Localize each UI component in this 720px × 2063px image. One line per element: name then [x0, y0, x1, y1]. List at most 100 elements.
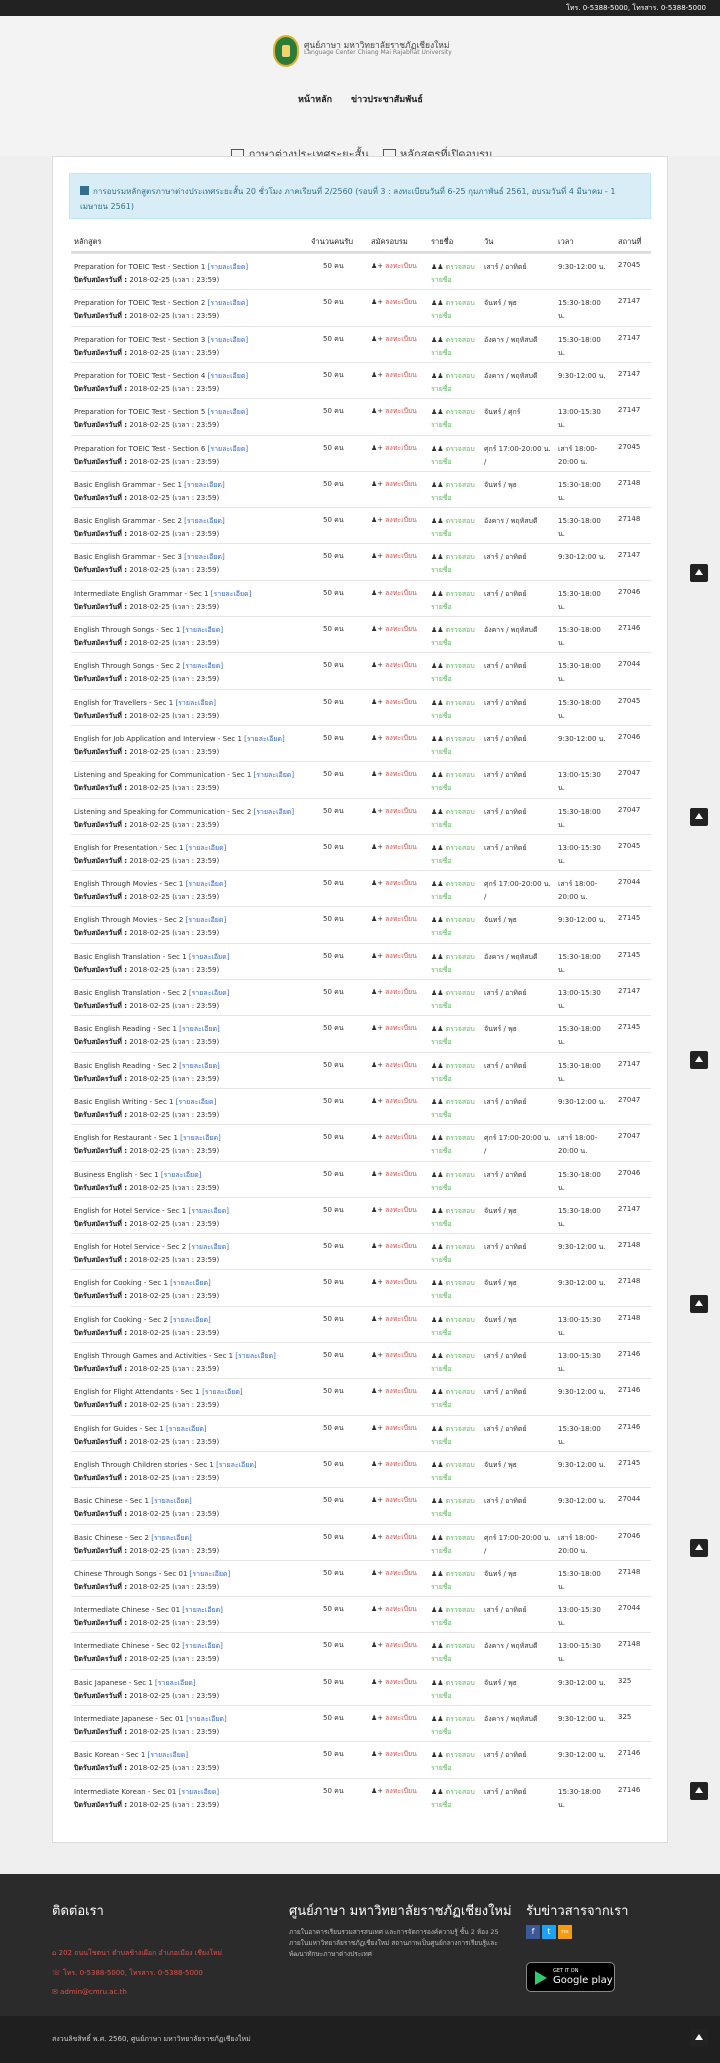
detail-link[interactable]: [รายละเอียด]	[208, 263, 249, 271]
check-list-link[interactable]: ♟♟ ตรวจสอบ รายชื่อ	[431, 951, 479, 977]
register-link[interactable]: ♟+ ลงทะเบียน	[371, 1060, 417, 1071]
register-link[interactable]: ♟+ ลงทะเบียน	[371, 733, 417, 744]
register-link[interactable]: ♟+ ลงทะเบียน	[371, 1749, 417, 1760]
detail-link[interactable]: [รายละเอียด]	[208, 299, 249, 307]
detail-link[interactable]: [รายละเอียด]	[148, 1751, 189, 1759]
check-list-link[interactable]: ♟♟ ตรวจสอบ รายชื่อ	[431, 878, 479, 904]
check-list-link[interactable]: ♟♟ ตรวจสอบ รายชื่อ	[431, 479, 479, 505]
check-list-link[interactable]: ♟♟ ตรวจสอบ รายชื่อ	[431, 1132, 479, 1158]
detail-link[interactable]: [รายละเอียด]	[182, 1606, 223, 1614]
detail-link[interactable]: [รายละเอียด]	[216, 1461, 257, 1469]
detail-link[interactable]: [รายละเอียด]	[183, 626, 224, 634]
register-link[interactable]: ♟+ ลงทะเบียน	[371, 914, 417, 925]
check-list-link[interactable]: ♟♟ ตรวจสอบ รายชื่อ	[431, 1205, 479, 1231]
detail-link[interactable]: [รายละเอียด]	[176, 1098, 217, 1106]
detail-link[interactable]: [รายละเอียด]	[184, 481, 225, 489]
register-link[interactable]: ♟+ ลงทะเบียน	[371, 1205, 417, 1216]
detail-link[interactable]: [รายละเอียด]	[151, 1534, 192, 1542]
register-link[interactable]: ♟+ ลงทะเบียน	[371, 951, 417, 962]
check-list-link[interactable]: ♟♟ ตรวจสอบ รายชื่อ	[431, 697, 479, 723]
check-list-link[interactable]: ♟♟ ตรวจสอบ รายชื่อ	[431, 1713, 479, 1739]
detail-link[interactable]: [รายละเอียด]	[189, 953, 230, 961]
register-link[interactable]: ♟+ ลงทะเบียน	[371, 1495, 417, 1506]
register-link[interactable]: ♟+ ลงทะเบียน	[371, 370, 417, 381]
register-link[interactable]: ♟+ ลงทะเบียน	[371, 551, 417, 562]
check-list-link[interactable]: ♟♟ ตรวจสอบ รายชื่อ	[431, 1604, 479, 1630]
check-list-link[interactable]: ♟♟ ตรวจสอบ รายชื่อ	[431, 1386, 479, 1412]
register-link[interactable]: ♟+ ลงทะเบียน	[371, 588, 417, 599]
check-list-link[interactable]: ♟♟ ตรวจสอบ รายชื่อ	[431, 842, 479, 868]
detail-link[interactable]: [รายละเอียด]	[254, 771, 295, 779]
check-list-link[interactable]: ♟♟ ตรวจสอบ รายชื่อ	[431, 1060, 479, 1086]
detail-link[interactable]: [รายละเอียด]	[208, 336, 249, 344]
detail-link[interactable]: [รายละเอียด]	[179, 1062, 220, 1070]
register-link[interactable]: ♟+ ลงทะเบียน	[371, 1604, 417, 1615]
check-list-link[interactable]: ♟♟ ตรวจสอบ รายชื่อ	[431, 1169, 479, 1195]
check-list-link[interactable]: ♟♟ ตรวจสอบ รายชื่อ	[431, 1532, 479, 1558]
check-list-link[interactable]: ♟♟ ตรวจสอบ รายชื่อ	[431, 406, 479, 432]
register-link[interactable]: ♟+ ลงทะเบียน	[371, 479, 417, 490]
detail-link[interactable]: [รายละเอียด]	[170, 1316, 211, 1324]
detail-link[interactable]: [รายละเอียด]	[186, 1715, 227, 1723]
register-link[interactable]: ♟+ ลงทะเบียน	[371, 878, 417, 889]
check-list-link[interactable]: ♟♟ ตรวจสอบ รายชื่อ	[431, 1459, 479, 1485]
check-list-link[interactable]: ♟♟ ตรวจสอบ รายชื่อ	[431, 261, 479, 287]
detail-link[interactable]: [รายละเอียด]	[190, 1570, 231, 1578]
detail-link[interactable]: [รายละเอียด]	[170, 1279, 211, 1287]
check-list-link[interactable]: ♟♟ ตรวจสอบ รายชื่อ	[431, 1495, 479, 1521]
detail-link[interactable]: [รายละเอียด]	[186, 880, 227, 888]
register-link[interactable]: ♟+ ลงทะเบียน	[371, 697, 417, 708]
check-list-link[interactable]: ♟♟ ตรวจสอบ รายชื่อ	[431, 515, 479, 541]
check-list-link[interactable]: ♟♟ ตรวจสอบ รายชื่อ	[431, 443, 479, 469]
rss-icon[interactable]: rss	[558, 1925, 572, 1939]
check-list-link[interactable]: ♟♟ ตรวจสอบ รายชื่อ	[431, 624, 479, 650]
detail-link[interactable]: [รายละเอียด]	[208, 445, 249, 453]
register-link[interactable]: ♟+ ลงทะเบียน	[371, 1023, 417, 1034]
detail-link[interactable]: [รายละเอียด]	[188, 1207, 229, 1215]
register-link[interactable]: ♟+ ลงทะเบียน	[371, 806, 417, 817]
register-link[interactable]: ♟+ ลงทะเบียน	[371, 660, 417, 671]
detail-link[interactable]: [รายละเอียด]	[179, 1025, 220, 1033]
check-list-link[interactable]: ♟♟ ตรวจสอบ รายชื่อ	[431, 987, 479, 1013]
register-link[interactable]: ♟+ ลงทะเบียน	[371, 1459, 417, 1470]
detail-link[interactable]: [รายละเอียด]	[184, 553, 225, 561]
register-link[interactable]: ♟+ ลงทะเบียน	[371, 334, 417, 345]
register-link[interactable]: ♟+ ลงทะเบียน	[371, 261, 417, 272]
detail-link[interactable]: [รายละเอียด]	[235, 1352, 276, 1360]
nav-news[interactable]: ข่าวประชาสัมพันธ์	[351, 92, 423, 106]
detail-link[interactable]: [รายละเอียด]	[155, 1679, 196, 1687]
detail-link[interactable]: [รายละเอียด]	[166, 1425, 207, 1433]
check-list-link[interactable]: ♟♟ ตรวจสอบ รายชื่อ	[431, 1568, 479, 1594]
register-link[interactable]: ♟+ ลงทะเบียน	[371, 1096, 417, 1107]
check-list-link[interactable]: ♟♟ ตรวจสอบ รายชื่อ	[431, 660, 479, 686]
detail-link[interactable]: [รายละเอียด]	[244, 735, 285, 743]
email-line[interactable]: ✉ admin@cmru.ac.th	[52, 1988, 127, 1996]
detail-link[interactable]: [รายละเอียด]	[175, 699, 216, 707]
register-link[interactable]: ♟+ ลงทะเบียน	[371, 443, 417, 454]
check-list-link[interactable]: ♟♟ ตรวจสอบ รายชื่อ	[431, 1677, 479, 1703]
check-list-link[interactable]: ♟♟ ตรวจสอบ รายชื่อ	[431, 806, 479, 832]
detail-link[interactable]: [รายละเอียด]	[161, 1171, 202, 1179]
check-list-link[interactable]: ♟♟ ตรวจสอบ รายชื่อ	[431, 1096, 479, 1122]
detail-link[interactable]: [รายละเอียด]	[180, 1134, 221, 1142]
register-link[interactable]: ♟+ ลงทะเบียน	[371, 1314, 417, 1325]
check-list-link[interactable]: ♟♟ ตรวจสอบ รายชื่อ	[431, 1241, 479, 1267]
register-link[interactable]: ♟+ ลงทะเบียน	[371, 1386, 417, 1397]
register-link[interactable]: ♟+ ลงทะเบียน	[371, 1532, 417, 1543]
detail-link[interactable]: [รายละเอียด]	[179, 1788, 220, 1796]
detail-link[interactable]: [รายละเอียด]	[151, 1497, 192, 1505]
check-list-link[interactable]: ♟♟ ตรวจสอบ รายชื่อ	[431, 334, 479, 360]
register-link[interactable]: ♟+ ลงทะเบียน	[371, 1713, 417, 1724]
facebook-icon[interactable]: f	[526, 1925, 540, 1939]
register-link[interactable]: ♟+ ลงทะเบียน	[371, 1677, 417, 1688]
register-link[interactable]: ♟+ ลงทะเบียน	[371, 297, 417, 308]
register-link[interactable]: ♟+ ลงทะเบียน	[371, 987, 417, 998]
detail-link[interactable]: [รายละเอียด]	[189, 989, 230, 997]
check-list-link[interactable]: ♟♟ ตรวจสอบ รายชื่อ	[431, 297, 479, 323]
scroll-top-button[interactable]	[690, 808, 708, 826]
check-list-link[interactable]: ♟♟ ตรวจสอบ รายชื่อ	[431, 1640, 479, 1666]
check-list-link[interactable]: ♟♟ ตรวจสอบ รายชื่อ	[431, 588, 479, 614]
check-list-link[interactable]: ♟♟ ตรวจสอบ รายชื่อ	[431, 1314, 479, 1340]
check-list-link[interactable]: ♟♟ ตรวจสอบ รายชื่อ	[431, 733, 479, 759]
email-text[interactable]: admin@cmru.ac.th	[60, 1988, 127, 1996]
